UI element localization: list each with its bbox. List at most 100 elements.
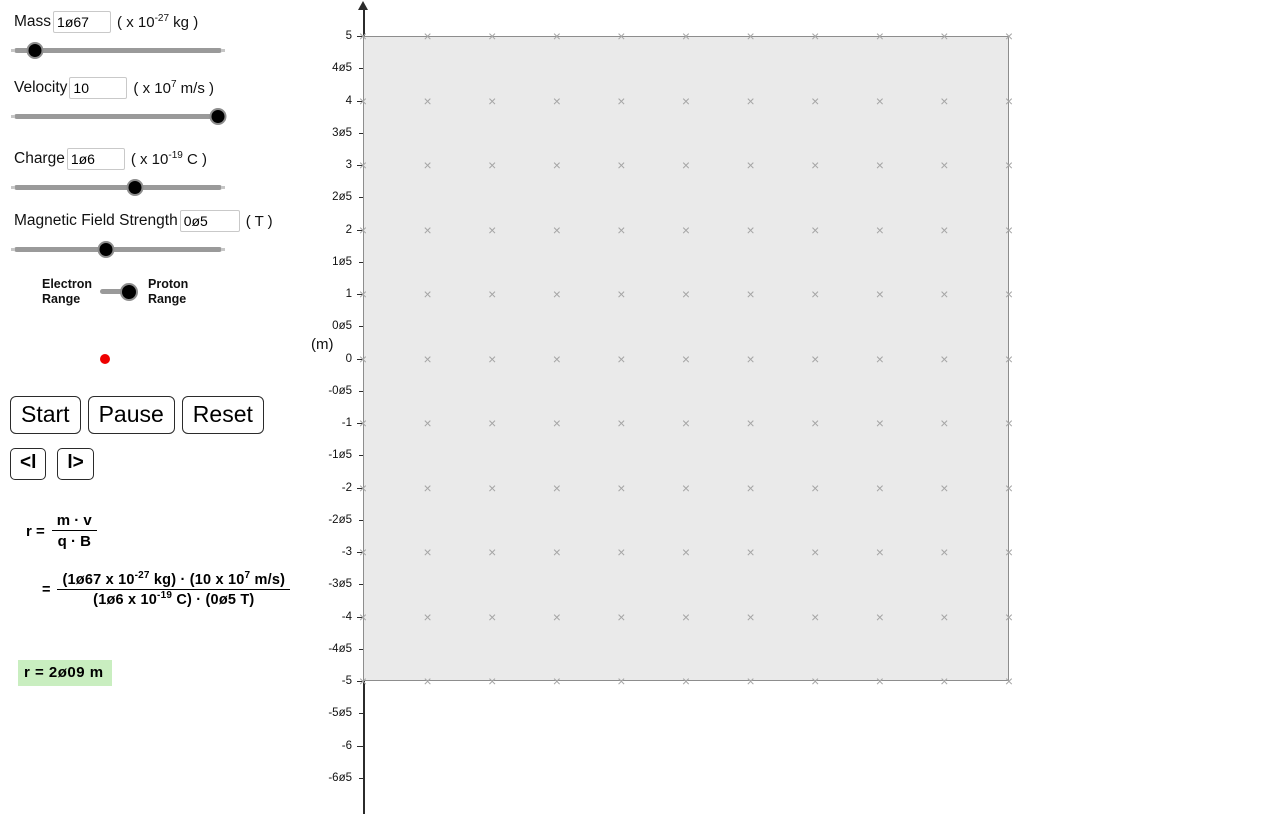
y-axis-tick-mark — [359, 584, 363, 586]
y-axis-tick-mark — [359, 326, 363, 328]
charge-slider[interactable] — [11, 177, 225, 197]
field-into-page-marker: × — [746, 28, 755, 44]
y-axis-tick-mark — [359, 648, 363, 650]
field-into-page-marker: × — [1004, 221, 1014, 238]
magnetic-field-slider-thumb[interactable] — [97, 241, 115, 258]
field-into-page-marker: × — [617, 608, 626, 625]
velocity-row: Velocity ( x 107 m/s ) — [0, 74, 340, 102]
velocity-slider-thumb[interactable] — [209, 108, 227, 125]
field-into-page-marker: × — [423, 544, 432, 560]
field-into-page-marker: × — [1004, 350, 1014, 367]
field-into-page-marker: × — [488, 673, 497, 689]
field-into-page-marker: × — [681, 350, 691, 367]
y-axis-tick-label: 3ø5 — [332, 126, 352, 139]
mass-label: Mass — [14, 13, 52, 30]
field-into-page-marker: × — [940, 415, 949, 431]
particle-range-toggle-group[interactable]: Electron Range Proton Range — [0, 277, 240, 307]
field-into-page-marker: × — [940, 673, 949, 689]
mass-row: Mass ( x 10-27 kg ) — [0, 8, 340, 36]
field-into-page-marker: × — [1004, 415, 1014, 431]
velocity-slider[interactable] — [11, 106, 227, 126]
field-into-page-marker: × — [875, 415, 884, 431]
field-into-page-marker: × — [552, 157, 561, 173]
y-axis-tick-label: 1 — [345, 288, 352, 300]
field-into-page-marker: × — [940, 350, 949, 367]
y-axis-tick-label: -3 — [341, 546, 352, 558]
mass-control-group: Mass ( x 10-27 kg ) — [0, 8, 340, 60]
numerator-exp-a: -27 — [134, 570, 150, 582]
field-into-page-marker: × — [617, 221, 626, 238]
field-into-page-marker: × — [746, 544, 755, 560]
field-into-page-marker: × — [552, 673, 561, 689]
velocity-slider-track[interactable] — [11, 114, 225, 119]
field-into-page-marker: × — [746, 92, 755, 109]
field-into-page-marker: × — [552, 350, 561, 367]
radius-formula-block: r = m · v q · B = (1ø67 x 10-27 kg) · (1… — [0, 512, 340, 608]
magnetic-field-control-group: Magnetic Field Strength ( T ) — [0, 207, 340, 259]
y-axis-tick-label: 4 — [345, 94, 352, 107]
velocity-units: ( x 107 m/s ) — [133, 79, 214, 97]
velocity-input[interactable] — [69, 77, 128, 99]
field-into-page-marker: × — [423, 28, 432, 44]
control-panel: Mass ( x 10-27 kg ) Velocity ( x 107 m/s… — [0, 0, 340, 819]
field-into-page-marker: × — [875, 286, 884, 302]
field-into-page-marker: × — [488, 415, 497, 431]
mass-slider-thumb[interactable] — [26, 42, 44, 59]
field-into-page-marker: × — [940, 92, 949, 109]
start-button[interactable]: Start — [10, 396, 81, 434]
y-axis-tick-label: 3 — [345, 159, 352, 171]
simulation-button-row: Start Pause Reset — [10, 396, 264, 434]
y-axis-unit-label: (m) — [311, 336, 334, 353]
field-into-page-marker: × — [358, 608, 368, 625]
particle-range-toggle[interactable] — [100, 283, 138, 301]
field-into-page-marker: × — [811, 350, 820, 367]
pause-button[interactable]: Pause — [87, 396, 175, 434]
charge-slider-thumb[interactable] — [126, 179, 144, 196]
y-axis-tick-label: 0ø5 — [332, 320, 352, 333]
proton-range-label: Proton Range — [148, 277, 206, 307]
field-into-page-marker: × — [811, 544, 820, 560]
field-into-page-marker: × — [681, 286, 691, 302]
field-into-page-marker: × — [875, 92, 884, 109]
field-into-page-marker: × — [488, 28, 497, 44]
y-axis-tick-label: -3ø5 — [328, 578, 352, 591]
field-into-page-marker: × — [746, 157, 755, 173]
magnetic-field-row: Magnetic Field Strength ( T ) — [0, 207, 340, 235]
field-into-page-marker: × — [358, 479, 368, 496]
formula-symbolic-denominator: q · B — [57, 533, 91, 550]
magnetic-field-slider[interactable] — [11, 239, 225, 259]
mass-slider-track[interactable] — [11, 48, 225, 53]
step-back-button[interactable]: <l — [10, 448, 47, 480]
charge-input[interactable] — [66, 148, 125, 170]
field-into-page-marker: × — [811, 92, 820, 109]
velocity-units-suffix: m/s ) — [176, 79, 214, 97]
radius-result-badge: r = 2ø09 m — [18, 660, 112, 686]
reset-button[interactable]: Reset — [181, 396, 264, 434]
magnetic-field-slider-track[interactable] — [11, 247, 225, 252]
field-into-page-marker: × — [746, 479, 755, 496]
y-axis-tick-label: -5 — [341, 675, 352, 687]
field-into-page-marker: × — [1004, 28, 1014, 44]
mass-slider[interactable] — [11, 40, 225, 60]
field-into-page-marker: × — [423, 415, 432, 431]
step-forward-button[interactable]: l> — [57, 448, 94, 480]
denominator-part-a: (1ø6 x 10 — [93, 592, 158, 608]
field-into-page-marker: × — [488, 544, 497, 560]
field-into-page-marker: × — [940, 157, 949, 173]
field-into-page-marker: × — [940, 608, 949, 625]
magnetic-field-units: ( T ) — [246, 213, 273, 230]
y-axis-tick-label: 1ø5 — [332, 255, 352, 268]
y-axis-tick-label: -0ø5 — [328, 384, 352, 397]
y-axis-tick-mark — [359, 713, 363, 715]
particle-range-toggle-thumb[interactable] — [120, 283, 138, 301]
mass-input[interactable] — [53, 11, 112, 33]
proton-range-label-line2: Range — [148, 292, 187, 306]
charge-slider-track[interactable] — [11, 185, 225, 190]
field-into-page-marker: × — [746, 415, 755, 431]
field-into-page-marker: × — [488, 350, 497, 367]
y-axis-tick-label: -1ø5 — [328, 449, 352, 462]
field-into-page-marker: × — [681, 221, 691, 238]
magnetic-field-input[interactable] — [179, 210, 240, 232]
field-into-page-marker: × — [940, 544, 949, 560]
field-into-page-marker: × — [811, 28, 820, 44]
